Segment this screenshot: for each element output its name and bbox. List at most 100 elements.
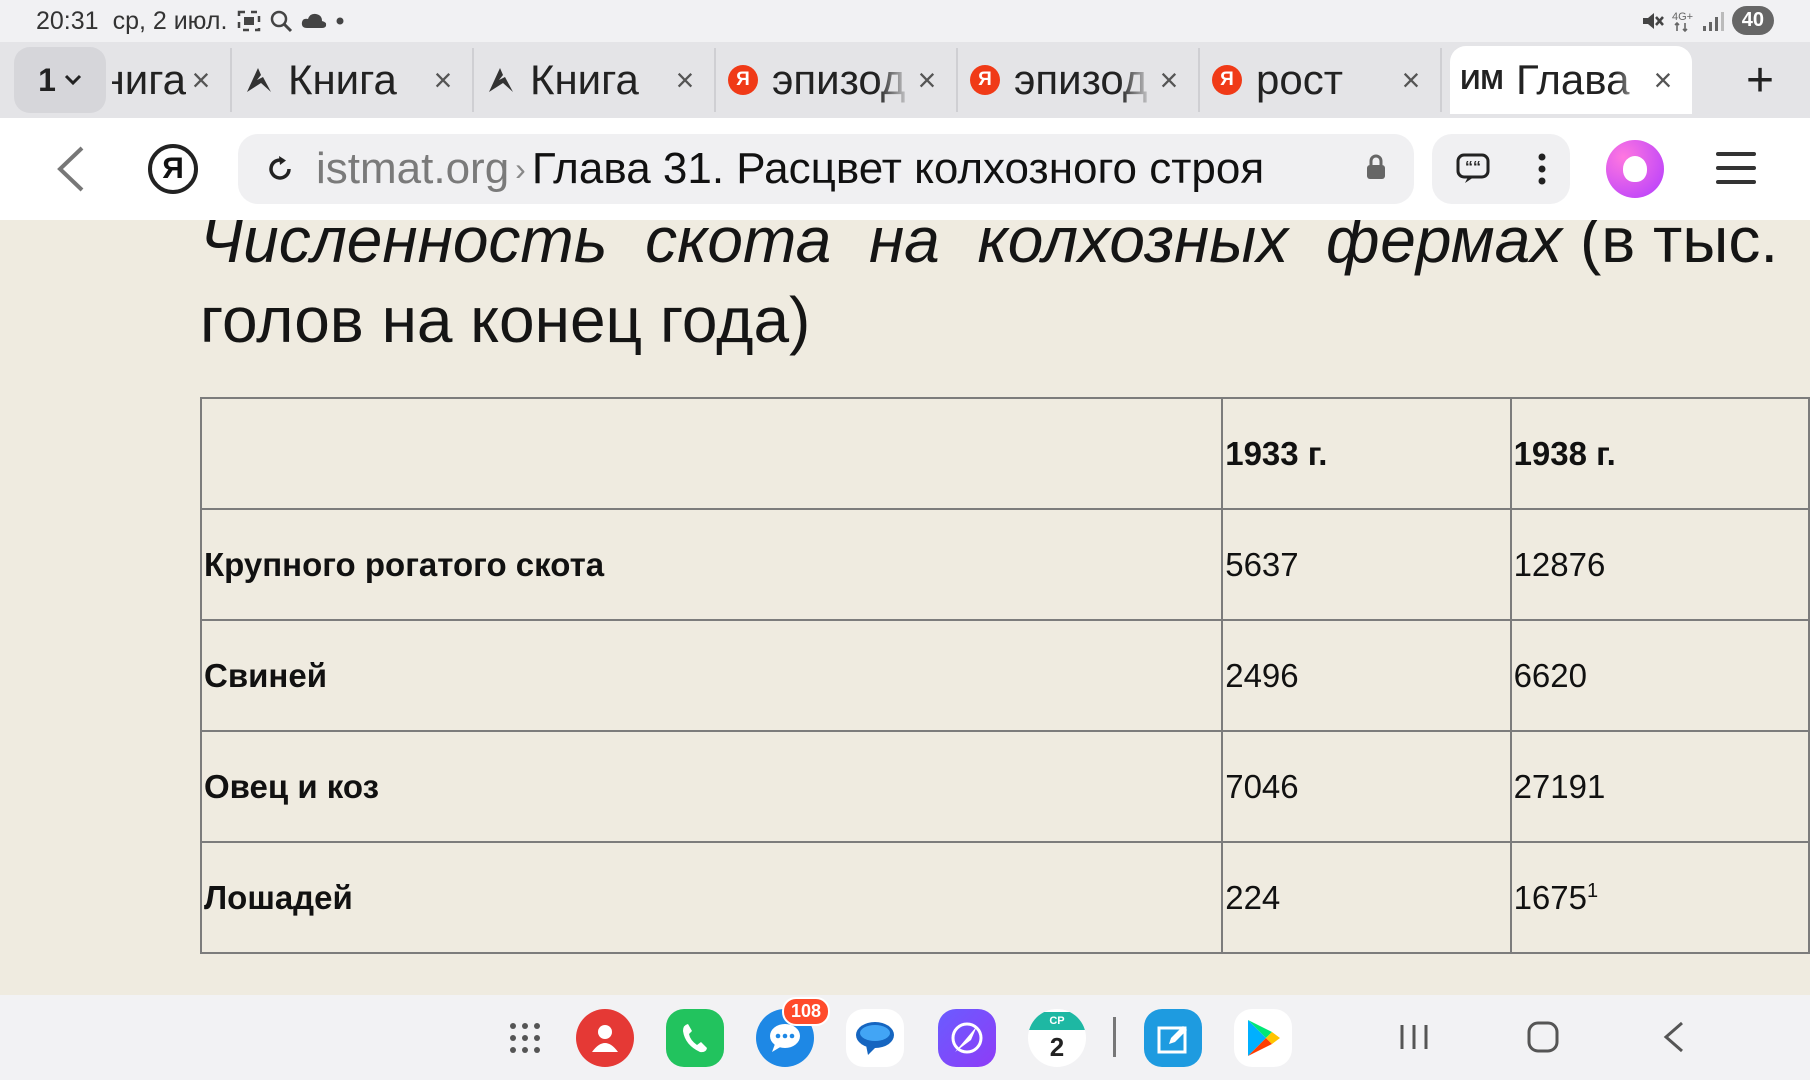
status-date: ср, 2 июл. [112,6,228,35]
yandex-icon: Я [970,65,1000,95]
screenshot-icon [238,10,261,32]
tab-title: Глава [1516,56,1630,103]
lock-icon[interactable] [1366,154,1386,180]
cell-1938: 6620 [1509,619,1810,732]
svg-text:“: “ [1465,159,1473,176]
tab-close-icon[interactable]: × [1154,62,1184,99]
table-header-cell: 1933 г. [1221,397,1512,510]
cell-1933: 224 [1221,841,1512,954]
signal-icon [1702,11,1724,31]
cell-1938: 12876 [1509,508,1810,621]
tab-active[interactable]: ИМ Глава × [1450,46,1692,114]
cell-1938: 27191 [1509,730,1810,843]
browser-icon[interactable] [938,1009,996,1067]
livestock-table: 1933 г. 1938 г. Крупного рогатого скота … [199,397,1810,954]
row-label: Овец и коз [199,730,1224,843]
new-tab-button[interactable]: + [1746,42,1774,118]
url-separator: › [515,150,526,187]
bookmark-pen-icon [244,65,274,95]
alice-assistant-icon[interactable] [1606,140,1664,198]
tab-strip: 1 Книга × Книга × Книга × Я эпизод × Я э… [0,42,1810,118]
mute-icon [1642,12,1664,29]
tab-title: эпизод [1014,56,1148,103]
bottom-dock: 108 СР 2 [0,995,1810,1080]
im-icon: ИМ [1460,64,1504,95]
yandex-icon: Я [728,65,758,95]
page-heading: Численность скота на колхозных фермах (в… [200,220,1810,360]
status-bar: 20:31 ср, 2 июл. 4G+ 40 [0,0,1810,42]
footnote-link[interactable]: 1 [1587,880,1598,902]
svg-text:4G+: 4G+ [1672,11,1693,23]
calendar-weekday: СР [1028,1012,1086,1030]
yandex-icon: Я [1212,65,1242,95]
quote-icon[interactable]: ““ [1456,153,1490,185]
cell-1933: 2496 [1221,619,1512,732]
tab-close-icon[interactable]: × [912,62,942,99]
heading-rest: (в тыс. [1562,220,1779,276]
apps-grid-icon[interactable] [508,1021,542,1055]
page-content: Численность скота на колхозных фермах (в… [0,220,1810,995]
cell-1938: 16751 [1509,841,1810,954]
bookmark-pen-icon [486,65,516,95]
tab-count-button[interactable]: 1 [14,47,106,113]
svg-text:“: “ [1473,159,1481,176]
table-header-cell: 1938 г. [1509,397,1810,510]
recent-apps-button[interactable] [1398,1017,1430,1057]
chevron-down-icon [64,74,81,86]
battery-indicator: 40 [1731,6,1774,35]
menu-hamburger-icon[interactable] [1716,152,1756,184]
calendar-icon[interactable]: СР 2 [1028,1009,1086,1067]
back-arrow-icon[interactable] [52,142,92,196]
screenshot-edit-icon[interactable] [1144,1009,1202,1067]
cell-1933: 5637 [1221,508,1512,621]
table-header-cell [199,397,1224,510]
messages-badge: 108 [781,997,830,1026]
tab-close-icon[interactable]: × [670,62,700,99]
heading-italic: Численность скота на колхозных фермах [200,220,1563,276]
home-button[interactable] [1526,1017,1560,1057]
contacts-icon[interactable] [576,1009,634,1067]
tab-close-icon[interactable]: × [1396,62,1426,99]
nav-back-button[interactable] [1660,1017,1686,1057]
row-label: Крупного рогатого скота [199,508,1224,621]
status-time: 20:31 [36,6,99,35]
row-label: Лошадей [199,841,1224,954]
browser-toolbar: Я istmat.org › Глава 31. Расцвет колхозн… [0,118,1810,220]
play-store-icon[interactable] [1234,1009,1292,1067]
tab[interactable]: Я эпизод × [716,48,958,112]
page-actions-group: ““ [1432,134,1570,204]
table-row: Крупного рогатого скота 5637 12876 [199,508,1810,621]
tab-close-icon[interactable]: × [428,62,458,99]
tab[interactable]: Я эпизод × [958,48,1200,112]
tab[interactable]: Я рост × [1200,48,1442,112]
yandex-home-button[interactable]: Я [148,144,198,194]
tab[interactable]: Книга × [106,48,232,112]
table-row: Свиней 2496 6620 [199,619,1810,732]
tab[interactable]: Книга × [232,48,474,112]
cell-value: 1675 [1513,878,1587,916]
reload-icon[interactable] [262,154,298,184]
cell-1933: 7046 [1221,730,1512,843]
heading-line2: голов на конец года) [200,284,811,356]
url-domain: istmat.org [316,144,510,193]
4g-icon: 4G+ [1672,11,1693,32]
messages-icon[interactable]: 108 [756,997,830,1067]
table-row: Овец и коз 7046 27191 [199,730,1810,843]
tab-title: Книга [530,56,639,103]
tab-count: 1 [38,61,56,98]
calendar-day: 2 [1049,1032,1065,1062]
tab[interactable]: Книга × [474,48,716,112]
tab-title: эпизод [772,56,906,103]
table-row: Лошадей 224 16751 [199,841,1810,954]
table-header-row: 1933 г. 1938 г. [199,397,1810,510]
tab-title: Книга [112,56,186,103]
tab-close-icon[interactable]: × [186,62,216,99]
address-bar[interactable]: istmat.org › Глава 31. Расцвет колхозног… [238,134,1414,204]
more-vertical-icon[interactable] [1537,152,1547,186]
search-icon [271,10,293,33]
chat-icon[interactable] [846,1009,904,1067]
tab-close-icon[interactable]: × [1648,62,1678,99]
cloud-icon [302,13,327,28]
phone-icon[interactable] [666,1009,724,1067]
url-page-title: Глава 31. Расцвет колхозного строя [531,144,1265,193]
